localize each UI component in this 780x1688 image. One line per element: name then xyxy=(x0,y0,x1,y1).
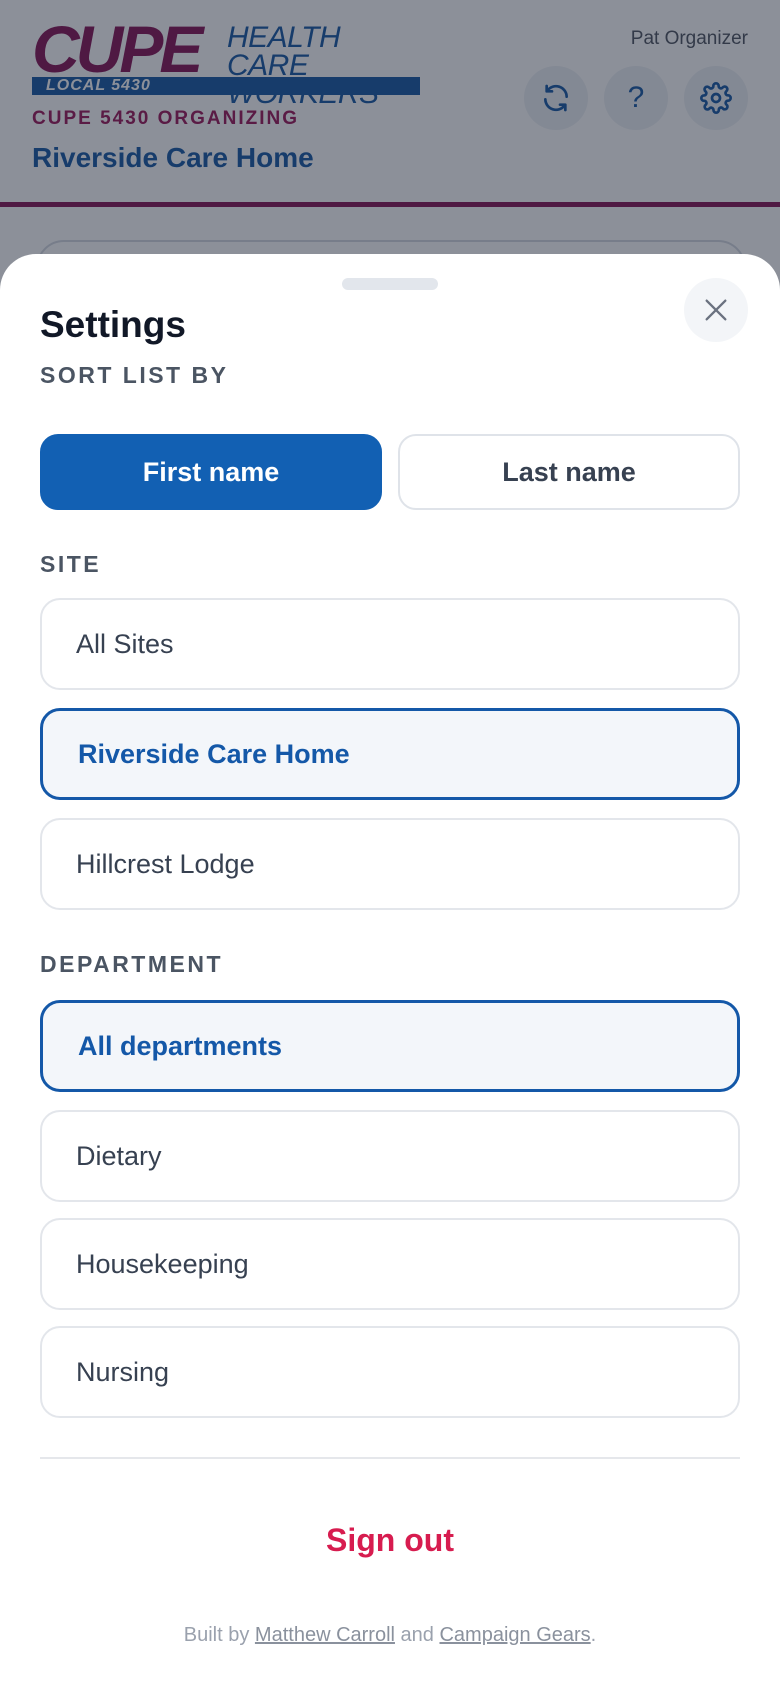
sort-section-label: SORT LIST BY xyxy=(40,362,229,388)
footer-suffix: . xyxy=(590,1624,597,1646)
sheet-title: Settings xyxy=(40,304,186,345)
site-section-label: SITE xyxy=(40,551,102,577)
settings-sheet: Settings SORT LIST BY First name Last na… xyxy=(0,254,780,1688)
department-section-label: DEPARTMENT xyxy=(40,951,224,977)
site-option-riverside-care-home[interactable]: Riverside Care Home xyxy=(40,708,740,800)
site-option-hillcrest-lodge[interactable]: Hillcrest Lodge xyxy=(40,818,740,910)
sheet-drag-handle[interactable] xyxy=(342,278,438,290)
footer-prefix: Built by xyxy=(183,1624,250,1646)
department-option-housekeeping[interactable]: Housekeeping xyxy=(40,1218,740,1310)
department-option-nursing[interactable]: Nursing xyxy=(40,1326,740,1418)
footer-author-link[interactable]: Matthew Carroll xyxy=(255,1624,395,1646)
footer-and: and xyxy=(400,1624,434,1646)
close-button[interactable] xyxy=(684,278,748,342)
footer-company-link[interactable]: Campaign Gears xyxy=(439,1624,590,1646)
footer-credits: Built by Matthew Carroll and Campaign Ge… xyxy=(0,1624,780,1647)
department-option-all[interactable]: All departments xyxy=(40,1000,740,1092)
sort-first-name-button[interactable]: First name xyxy=(40,434,382,510)
divider xyxy=(40,1457,740,1459)
app-root: CUPE HEALTH CARE WORKERS LOCAL 5430 CUPE… xyxy=(0,0,780,1688)
sort-last-name-button[interactable]: Last name xyxy=(398,434,740,510)
close-icon xyxy=(705,299,727,321)
site-option-all-sites[interactable]: All Sites xyxy=(40,598,740,690)
sign-out-button[interactable]: Sign out xyxy=(0,1522,780,1559)
department-option-dietary[interactable]: Dietary xyxy=(40,1110,740,1202)
